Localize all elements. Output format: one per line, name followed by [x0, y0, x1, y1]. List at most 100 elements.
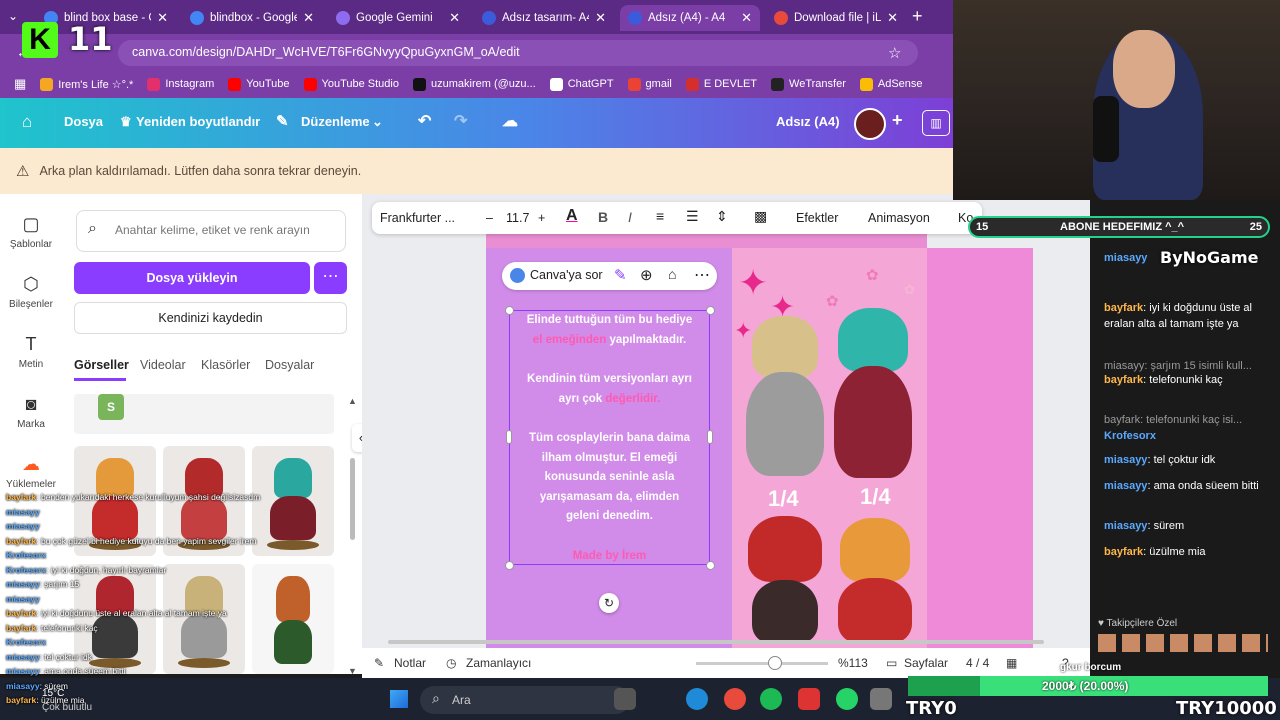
figure-teal-body[interactable] [834, 366, 912, 478]
close-tab-icon[interactable]: ✕ [157, 10, 168, 26]
timer-button[interactable]: Zamanlayıcı [466, 656, 531, 670]
resize-handle[interactable] [706, 306, 715, 315]
list-icon[interactable]: ☰ [686, 208, 699, 225]
image-thumb-6[interactable] [252, 564, 334, 674]
bookmark-item[interactable]: WeTransfer [771, 77, 846, 91]
panel-tab[interactable]: Klasörler [201, 358, 250, 372]
figure-red-demon[interactable] [748, 516, 822, 582]
spacing-icon[interactable]: ⇕ [716, 208, 728, 225]
pages-icon[interactable]: ▭ [886, 656, 897, 670]
spotify-icon[interactable] [760, 688, 782, 710]
bookmark-item[interactable]: gmail [627, 77, 672, 91]
edit-menu[interactable]: Düzenleme [301, 114, 370, 129]
resize-handle[interactable] [706, 561, 715, 570]
browser-tab[interactable]: Google Gemini ✕ [328, 5, 468, 31]
image-thumb-3[interactable] [252, 446, 334, 556]
bookmark-item[interactable]: ChatGPT [549, 77, 614, 91]
upload-button[interactable]: Dosya yükleyin [74, 262, 310, 294]
task-view-icon[interactable] [614, 688, 636, 710]
edge-icon[interactable] [686, 688, 708, 710]
emote-row[interactable] [1098, 634, 1268, 652]
browser-tab[interactable]: blindbox - Google'd ✕ [182, 5, 322, 31]
zoom-slider-knob[interactable] [768, 656, 782, 670]
close-tab-icon[interactable]: ✕ [741, 10, 752, 26]
browser-tab[interactable]: Adsız (A4) - A4 ✕ [620, 5, 760, 31]
url-field[interactable]: canva.com/design/DAHDr_WcHVE/T6Fr6GNvyyQ… [118, 40, 918, 66]
font-family-select[interactable]: Frankfurter ... [380, 211, 455, 225]
rotate-handle[interactable]: ↻ [599, 593, 619, 613]
chat-username[interactable]: bayfark [1104, 302, 1143, 314]
analytics-button[interactable]: ▥ [922, 110, 950, 136]
chat-username[interactable]: bayfark [1104, 374, 1143, 386]
document-title[interactable]: Adsız (A4) [776, 114, 840, 129]
panel-tab[interactable]: Videolar [140, 358, 186, 372]
record-yourself-button[interactable]: Kendinizi kaydedin [74, 302, 347, 334]
bookmark-item[interactable]: AdSense [859, 77, 923, 91]
zoom-level[interactable]: %113 [838, 656, 868, 670]
rail-item[interactable]: ☁ Yüklemeler [0, 454, 62, 490]
undo-icon[interactable]: ↶ [418, 111, 431, 131]
bookmark-item[interactable]: YouTube [228, 77, 290, 91]
lock-icon[interactable]: ⌂ [668, 266, 676, 282]
panel-scroll-down-icon[interactable]: ▼ [348, 666, 357, 676]
align-center-icon[interactable]: ≡ [656, 208, 664, 224]
bookmark-item[interactable]: uzumakirem (@uzu... [412, 77, 536, 91]
zoom-slider[interactable] [696, 662, 828, 665]
grid-view-icon[interactable]: ▦ [1006, 656, 1017, 670]
upload-more-button[interactable]: ⋯ [314, 262, 347, 294]
home-icon[interactable]: ⌂ [22, 112, 32, 132]
font-size-increase[interactable]: + [538, 211, 545, 225]
font-size-decrease[interactable]: – [486, 211, 493, 225]
chat-username[interactable]: Krofesorx [1104, 430, 1156, 442]
panel-tab[interactable]: Dosyalar [265, 358, 314, 372]
chat-username[interactable]: miasayy [1104, 252, 1147, 264]
rail-item[interactable]: T Metin [0, 334, 62, 370]
chat-username[interactable]: miasayy [1104, 454, 1147, 466]
chrome-icon[interactable] [724, 688, 746, 710]
figure-blonde-hoodie[interactable] [752, 316, 818, 378]
horizontal-scrollbar[interactable] [388, 640, 1044, 644]
chevron-down-icon[interactable]: ⌄ [372, 114, 383, 130]
whatsapp-icon[interactable] [836, 688, 858, 710]
file-menu[interactable]: Dosya [64, 114, 103, 129]
ask-canva-button[interactable]: Canva'ya sor [530, 268, 603, 282]
notes-button[interactable]: Notlar [394, 656, 426, 670]
chat-username[interactable]: miasayy [1104, 480, 1147, 492]
figure-teal-red[interactable] [838, 308, 908, 372]
tab-list-icon[interactable]: ⌄ [8, 9, 18, 23]
search-input[interactable]: Anahtar kelime, etiket ve renk arayın [76, 210, 346, 252]
bold-icon[interactable]: B [598, 209, 608, 225]
close-tab-icon[interactable]: ✕ [595, 10, 606, 26]
more-options-icon[interactable]: ⋯ [694, 265, 710, 285]
figure-orange-horn[interactable] [840, 518, 910, 582]
browser-tab[interactable]: Adsız tasarım- A4 (✕ [474, 5, 614, 31]
transparency-icon[interactable]: ▩ [754, 208, 767, 225]
app-icon[interactable] [870, 688, 892, 710]
add-collaborator-icon[interactable]: + [892, 110, 903, 131]
rail-item[interactable]: ⬡ Bileşenler [0, 274, 62, 310]
figure-blonde-body[interactable] [746, 372, 824, 476]
image-thumb-5[interactable] [163, 564, 245, 674]
figure-demon-body[interactable] [752, 580, 818, 644]
close-tab-icon[interactable]: ✕ [303, 10, 314, 26]
italic-icon[interactable]: I [628, 209, 632, 225]
font-size-input[interactable]: 11.7 [506, 211, 529, 225]
bookmark-item[interactable]: Irem's Life ☆°.* [40, 77, 133, 91]
figure-orange-body[interactable] [838, 578, 912, 644]
apps-icon[interactable]: ▦ [14, 76, 26, 92]
pages-button[interactable]: Sayfalar [904, 656, 948, 670]
timer-icon[interactable]: ◷ [446, 656, 456, 670]
comment-icon[interactable]: ⊕ [640, 266, 653, 284]
browser-tab[interactable]: Download file | iLov ✕ [766, 5, 906, 31]
animation-button[interactable]: Animasyon [868, 211, 930, 225]
resize-menu[interactable]: Yeniden boyutlandır [136, 114, 260, 129]
panel-scroll-up-icon[interactable]: ▲ [348, 396, 357, 406]
new-tab-button[interactable]: + [912, 6, 923, 27]
panel-tab[interactable]: Görseller [74, 358, 129, 372]
text-color-icon[interactable]: A [566, 207, 578, 225]
chat-username[interactable]: miasayy [1104, 520, 1147, 532]
taskbar-search[interactable]: Ara [420, 686, 630, 714]
rail-item[interactable]: ◙ Marka [0, 394, 62, 430]
rail-item[interactable]: ▢ Şablonlar [0, 214, 62, 250]
avatar[interactable] [854, 108, 886, 140]
